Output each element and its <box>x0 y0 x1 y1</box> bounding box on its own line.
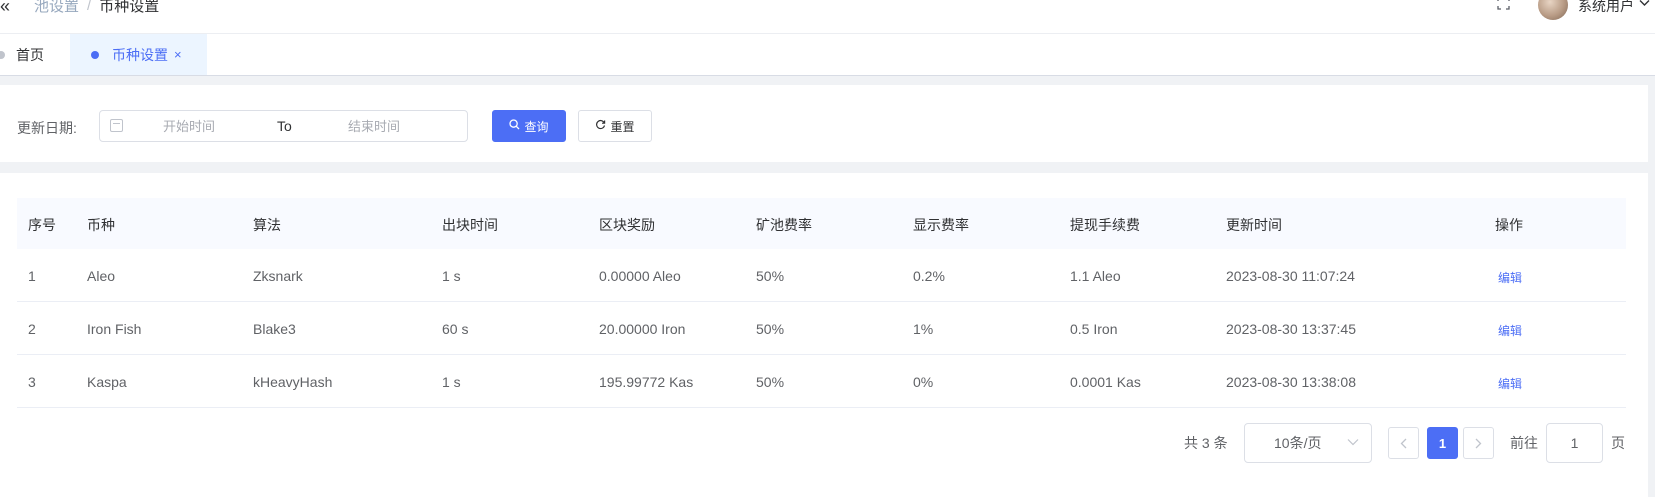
column-header-updated-time: 更新时间 <box>1226 217 1282 233</box>
tab-label: 币种设置 <box>112 46 168 63</box>
fullscreen-icon[interactable] <box>1497 0 1510 13</box>
edit-link[interactable]: 编辑 <box>1498 375 1522 392</box>
column-header-no: 序号 <box>28 217 56 233</box>
cell-block-time: 60 s <box>442 321 469 337</box>
breadcrumb-item-pool-settings[interactable]: 池设置 <box>34 0 79 16</box>
column-header-pool-fee: 矿池费率 <box>756 217 812 233</box>
end-date-input[interactable] <box>348 111 458 141</box>
cell-withdraw-fee: 0.5 Iron <box>1070 321 1118 337</box>
column-header-actions: 操作 <box>1495 217 1523 233</box>
table-panel: 序号 币种 算法 出块时间 区块奖励 矿池费率 显示费率 提现手续费 更新时间 … <box>0 173 1655 497</box>
collapse-sidebar-icon[interactable]: « <box>0 0 10 17</box>
chevron-down-icon[interactable] <box>1639 0 1650 10</box>
chevron-left-icon <box>1400 438 1407 448</box>
cell-block-time: 1 s <box>442 374 461 390</box>
user-avatar[interactable] <box>1538 0 1568 20</box>
start-date-input[interactable] <box>163 111 293 141</box>
table-header: 序号 币种 算法 出块时间 区块奖励 矿池费率 显示费率 提现手续费 更新时间 … <box>17 198 1626 249</box>
cell-coin: Iron Fish <box>87 321 142 337</box>
goto-label: 前往 <box>1510 435 1538 451</box>
user-name[interactable]: 系统用户 <box>1578 0 1634 16</box>
cell-coin: Kaspa <box>87 374 127 390</box>
cell-algorithm: Zksnark <box>253 268 303 284</box>
column-header-algorithm: 算法 <box>253 217 281 233</box>
cell-block-reward: 195.99772 Kas <box>599 374 694 390</box>
reset-button-label: 重置 <box>610 119 635 134</box>
table-row: 2 Iron Fish Blake3 60 s 20.00000 Iron 50… <box>17 302 1626 355</box>
page-size-select[interactable]: 10条/页 <box>1244 423 1372 463</box>
cell-block-reward: 20.00000 Iron <box>599 321 686 337</box>
cell-no: 3 <box>28 374 36 390</box>
cell-no: 1 <box>28 268 36 284</box>
close-icon[interactable]: × <box>174 47 182 62</box>
search-form: 更新日期: To 查询 重置 <box>0 85 1655 162</box>
breadcrumb-separator: / <box>87 0 92 14</box>
cell-display-fee: 1% <box>913 321 934 337</box>
column-header-block-time: 出块时间 <box>442 217 498 233</box>
tab-status-dot <box>0 50 5 59</box>
top-navbar: « 池设置 / 币种设置 系统用户 <box>0 0 1655 34</box>
cell-algorithm: kHeavyHash <box>253 374 333 390</box>
cell-updated-time: 2023-08-30 11:07:24 <box>1226 268 1355 284</box>
date-range-picker[interactable]: To <box>99 110 468 142</box>
cell-updated-time: 2023-08-30 13:38:08 <box>1226 374 1356 390</box>
scrollbar-track[interactable] <box>1648 76 1655 497</box>
column-header-withdraw-fee: 提现手续费 <box>1070 217 1140 233</box>
cell-display-fee: 0% <box>913 374 934 390</box>
tab-active-dot <box>91 50 99 59</box>
cell-block-reward: 0.00000 Aleo <box>599 268 681 284</box>
tab-home[interactable]: 首页 <box>0 34 70 75</box>
cell-coin: Aleo <box>87 268 116 284</box>
edit-link[interactable]: 编辑 <box>1498 322 1522 339</box>
cell-updated-time: 2023-08-30 13:37:45 <box>1226 321 1356 337</box>
tabs-bar: 首页 币种设置 × <box>0 34 1655 76</box>
prev-page-button[interactable] <box>1388 427 1419 459</box>
cell-no: 2 <box>28 321 36 337</box>
column-header-display-fee: 显示费率 <box>913 217 969 233</box>
coin-table: 序号 币种 算法 出块时间 区块奖励 矿池费率 显示费率 提现手续费 更新时间 … <box>17 198 1626 408</box>
calendar-icon <box>110 119 123 132</box>
breadcrumb: 池设置 / 币种设置 <box>34 0 159 16</box>
table-row: 3 Kaspa kHeavyHash 1 s 195.99772 Kas 50%… <box>17 355 1626 408</box>
edit-link[interactable]: 编辑 <box>1498 269 1522 286</box>
column-header-block-reward: 区块奖励 <box>599 217 655 233</box>
cell-algorithm: Blake3 <box>253 321 296 337</box>
cell-block-time: 1 s <box>442 268 461 284</box>
cell-pool-fee: 50% <box>756 321 785 337</box>
next-page-button[interactable] <box>1463 427 1494 459</box>
tab-coin-settings[interactable]: 币种设置 × <box>70 34 207 75</box>
query-button[interactable]: 查询 <box>492 110 566 142</box>
pagination: 共 3 条 10条/页 1 前往 页 <box>0 423 1655 463</box>
column-header-coin: 币种 <box>87 217 115 233</box>
total-count: 共 3 条 <box>1184 435 1228 451</box>
cell-pool-fee: 50% <box>756 374 785 390</box>
tab-label: 首页 <box>16 46 44 63</box>
goto-suffix: 页 <box>1611 435 1625 451</box>
cell-withdraw-fee: 0.0001 Kas <box>1070 374 1141 390</box>
cell-display-fee: 0.2% <box>913 268 945 284</box>
goto-page-input[interactable] <box>1546 423 1603 463</box>
table-row: 1 Aleo Zksnark 1 s 0.00000 Aleo 50% 0.2%… <box>17 249 1626 302</box>
page-number-button[interactable]: 1 <box>1427 427 1458 459</box>
refresh-icon <box>595 119 606 133</box>
date-range-separator: To <box>277 118 292 134</box>
chevron-down-icon <box>1347 435 1359 449</box>
chevron-right-icon <box>1475 438 1482 448</box>
page-size-value: 10条/页 <box>1274 435 1322 451</box>
query-button-label: 查询 <box>524 119 549 134</box>
cell-pool-fee: 50% <box>756 268 785 284</box>
update-date-label: 更新日期: <box>17 120 77 136</box>
cell-withdraw-fee: 1.1 Aleo <box>1070 268 1121 284</box>
breadcrumb-item-coin-settings: 币种设置 <box>99 0 160 15</box>
search-icon <box>509 119 520 133</box>
reset-button[interactable]: 重置 <box>578 110 652 142</box>
